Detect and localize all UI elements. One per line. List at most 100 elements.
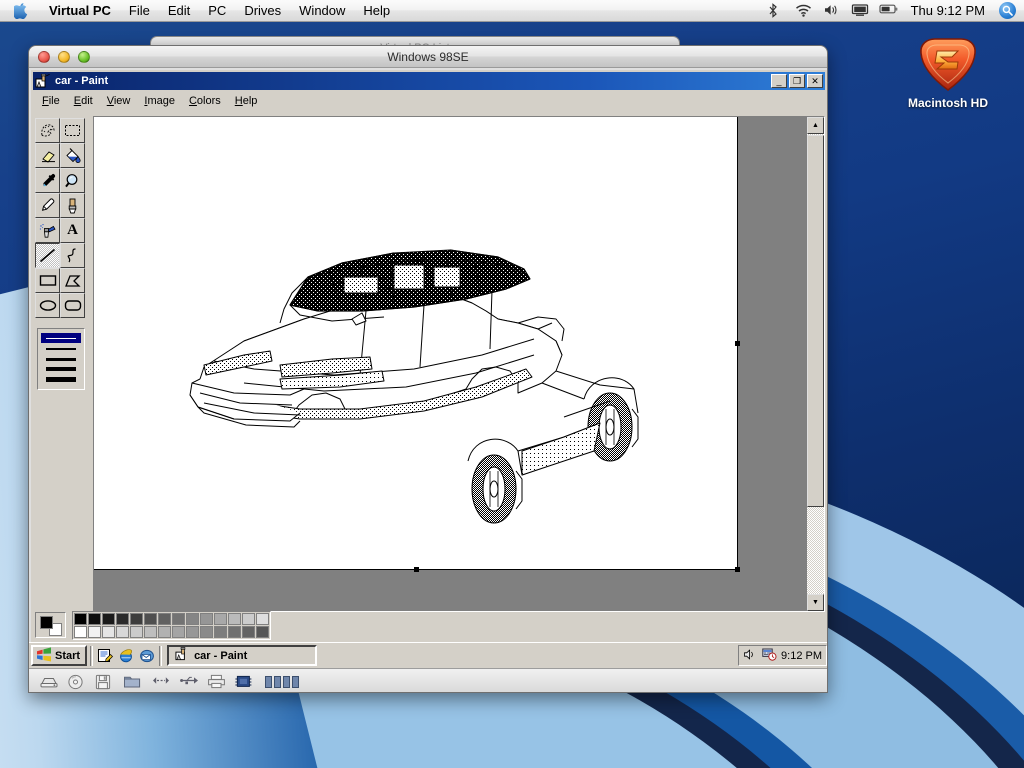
- mac-window-titlebar[interactable]: Windows 98SE: [29, 46, 827, 68]
- color-swatch[interactable]: [102, 612, 115, 625]
- free-form-select-tool[interactable]: [35, 118, 60, 143]
- select-tool[interactable]: [60, 118, 85, 143]
- taskbar-buttons[interactable]: car - Paint: [165, 645, 738, 666]
- airbrush-tool[interactable]: [35, 218, 60, 243]
- menu-window[interactable]: Window: [290, 0, 354, 22]
- display-icon[interactable]: [851, 3, 869, 19]
- rounded-rectangle-tool[interactable]: [60, 293, 85, 318]
- zoom-button[interactable]: [78, 50, 90, 63]
- wifi-icon[interactable]: [795, 3, 813, 19]
- bluetooth-icon[interactable]: [767, 2, 785, 19]
- line-width-option-4[interactable]: [41, 364, 81, 374]
- paint-menu-file[interactable]: File: [35, 94, 67, 108]
- paint-menu-view[interactable]: View: [100, 94, 138, 108]
- scroll-down-button[interactable]: ▼: [807, 594, 824, 611]
- color-swatch[interactable]: [158, 612, 171, 625]
- usb-icon[interactable]: [179, 674, 198, 689]
- color-swatch[interactable]: [130, 625, 143, 638]
- color-swatch[interactable]: [144, 612, 157, 625]
- color-swatch[interactable]: [88, 612, 101, 625]
- windows-98-screen[interactable]: car - Paint _ ❐ ✕ File Edit View Image C…: [29, 68, 827, 692]
- line-width-option-3[interactable]: [41, 354, 81, 364]
- virtual-pc-status-bar[interactable]: [29, 668, 827, 692]
- taskbar-clock[interactable]: 9:12 PM: [781, 650, 822, 662]
- color-swatch[interactable]: [172, 612, 185, 625]
- tool-grid[interactable]: A: [35, 118, 87, 318]
- line-width-option-5[interactable]: [41, 375, 81, 385]
- windows-taskbar[interactable]: Start car - Paint 9:12 PM: [29, 642, 827, 668]
- menu-edit[interactable]: Edit: [159, 0, 199, 22]
- color-swatch-grid[interactable]: [72, 610, 271, 640]
- paint-menu-colors[interactable]: Colors: [182, 94, 228, 108]
- color-swatch[interactable]: [144, 625, 157, 638]
- hard-disk-icon[interactable]: [39, 674, 58, 689]
- system-tray[interactable]: 9:12 PM: [738, 645, 827, 666]
- paint-canvas-area[interactable]: ▲ ▼: [93, 116, 825, 612]
- magnifier-tool[interactable]: [60, 168, 85, 193]
- color-swatch[interactable]: [214, 612, 227, 625]
- rectangle-tool[interactable]: [35, 268, 60, 293]
- paint-window[interactable]: car - Paint _ ❐ ✕ File Edit View Image C…: [29, 68, 827, 668]
- mac-menu-bar[interactable]: Virtual PC File Edit PC Drives Window He…: [0, 0, 1024, 22]
- battery-icon[interactable]: [878, 3, 897, 19]
- curve-tool[interactable]: [60, 243, 85, 268]
- paint-toolbox[interactable]: A: [33, 116, 91, 612]
- foreground-color-swatch[interactable]: [40, 616, 53, 629]
- color-swatch[interactable]: [242, 625, 255, 638]
- cd-rom-icon[interactable]: [67, 674, 84, 690]
- pick-color-tool[interactable]: [35, 168, 60, 193]
- brush-tool[interactable]: [60, 193, 85, 218]
- color-swatch[interactable]: [228, 625, 241, 638]
- line-width-selector[interactable]: [37, 328, 85, 390]
- windows-98se-mac-window[interactable]: Windows 98SE car - Paint _ ❐ ✕ File Edit…: [28, 45, 828, 693]
- vertical-scrollbar[interactable]: ▲ ▼: [807, 117, 824, 611]
- color-swatch[interactable]: [242, 612, 255, 625]
- start-button[interactable]: Start: [31, 645, 88, 666]
- color-swatch[interactable]: [88, 625, 101, 638]
- paint-titlebar[interactable]: car - Paint _ ❐ ✕: [33, 72, 825, 90]
- text-tool[interactable]: A: [60, 218, 85, 243]
- color-swatch[interactable]: [186, 612, 199, 625]
- canvas-resize-handle-bottom[interactable]: [414, 567, 419, 572]
- volume-icon[interactable]: [823, 3, 841, 19]
- taskbar-button-paint[interactable]: car - Paint: [167, 645, 318, 666]
- eraser-tool[interactable]: [35, 143, 60, 168]
- apple-logo-icon[interactable]: [12, 2, 28, 19]
- close-button[interactable]: [38, 50, 50, 63]
- scrollbar-thumb[interactable]: [807, 135, 824, 507]
- menu-drives[interactable]: Drives: [235, 0, 290, 22]
- task-scheduler-icon[interactable]: [762, 648, 777, 664]
- line-tool[interactable]: [35, 243, 60, 268]
- color-swatch[interactable]: [256, 612, 269, 625]
- fill-tool[interactable]: [60, 143, 85, 168]
- shared-folder-icon[interactable]: [123, 674, 141, 689]
- color-swatch[interactable]: [116, 612, 129, 625]
- quick-launch-bar[interactable]: [96, 647, 156, 665]
- canvas-resize-handle-right[interactable]: [735, 341, 740, 346]
- canvas-resize-handle-corner[interactable]: [735, 567, 740, 572]
- paint-canvas[interactable]: [94, 117, 740, 572]
- color-swatch[interactable]: [130, 612, 143, 625]
- internet-explorer-icon[interactable]: [117, 647, 135, 665]
- color-swatch[interactable]: [74, 612, 87, 625]
- paint-menu-bar[interactable]: File Edit View Image Colors Help: [31, 92, 827, 111]
- color-swatch[interactable]: [172, 625, 185, 638]
- color-swatch[interactable]: [228, 612, 241, 625]
- speaker-icon[interactable]: [743, 648, 758, 664]
- menu-help[interactable]: Help: [354, 0, 399, 22]
- paint-restore-button[interactable]: ❐: [789, 74, 805, 88]
- outlook-express-icon[interactable]: [138, 647, 156, 665]
- menu-pc[interactable]: PC: [199, 0, 235, 22]
- color-swatch[interactable]: [186, 625, 199, 638]
- printer-icon[interactable]: [207, 674, 225, 689]
- color-swatch[interactable]: [74, 625, 87, 638]
- color-swatch[interactable]: [116, 625, 129, 638]
- network-icon[interactable]: [151, 674, 169, 689]
- floppy-disk-icon[interactable]: [95, 674, 112, 690]
- paint-close-button[interactable]: ✕: [807, 74, 823, 88]
- color-swatch[interactable]: [214, 625, 227, 638]
- color-swatch[interactable]: [200, 625, 213, 638]
- color-swatch[interactable]: [158, 625, 171, 638]
- menu-virtual-pc[interactable]: Virtual PC: [40, 0, 120, 22]
- line-width-option-1[interactable]: [41, 333, 81, 344]
